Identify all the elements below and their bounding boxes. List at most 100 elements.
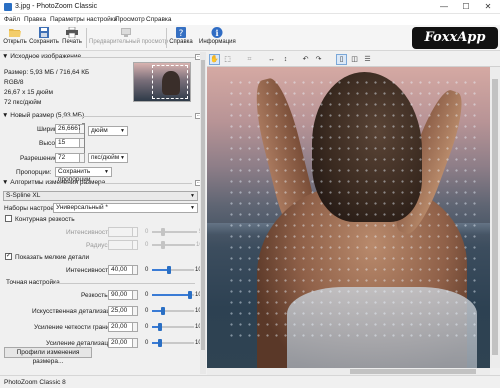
toolbar-separator (86, 28, 87, 48)
divider (54, 283, 195, 284)
details-intensity-spinner[interactable] (133, 265, 138, 275)
contour-intensity-slider[interactable] (152, 228, 197, 236)
slider-thumb[interactable] (161, 228, 165, 236)
panel-scrollbar[interactable] (200, 52, 206, 374)
chevron-down-icon: ▼ (120, 155, 125, 161)
app-icon (4, 3, 12, 11)
resize-profiles-button[interactable]: Профили изменения размера... (4, 347, 92, 365)
contour-intensity-spinner[interactable] (133, 227, 138, 237)
slider-thumb[interactable] (187, 291, 192, 299)
chevron-down-icon: ▼ (120, 128, 125, 134)
preset-select[interactable]: Универсальный * ▼ (53, 203, 198, 213)
slider-thumb[interactable] (158, 339, 163, 347)
crop-tool-icon[interactable]: ⌗ (244, 54, 255, 65)
artificial-detail-field[interactable]: 25,00 (108, 306, 133, 316)
details-intensity-label: Интенсивность: (66, 267, 114, 274)
artificial-detail-spinner[interactable] (133, 306, 138, 316)
open-button[interactable]: Открыть (3, 27, 27, 50)
contour-sharpness-checkbox[interactable] (5, 215, 12, 222)
preview-horizontal-scrollbar[interactable] (207, 368, 490, 375)
source-dimensions: 26,67 x 15 дюйм (4, 89, 53, 96)
contour-intensity-label: Интенсивность: (66, 229, 114, 236)
resolution-field[interactable]: 72 (55, 153, 80, 163)
scrollbar-thumb[interactable] (201, 60, 205, 350)
details-intensity-field[interactable]: 40,00 (108, 265, 133, 275)
slider-thumb[interactable] (166, 266, 171, 274)
scrollbar-thumb[interactable] (350, 369, 476, 374)
maximize-button[interactable]: ☐ (455, 0, 477, 14)
sharpness-min: 0 (145, 292, 149, 298)
minimize-button[interactable]: — (433, 0, 455, 14)
show-details-label: Показать мелкие детали (15, 254, 90, 261)
chevron-down-icon: ▼ (190, 205, 195, 211)
preview-button[interactable]: Предварительный просмотр (89, 27, 168, 50)
split-horizontal-icon[interactable]: ☰ (362, 54, 373, 65)
help-icon: ? (176, 27, 186, 38)
height-field[interactable]: 15 (55, 138, 80, 148)
pan-tool-icon[interactable]: ✋ (209, 54, 220, 65)
menu-help[interactable]: Справка (146, 16, 172, 23)
source-resolution: 72 пкс/дюйм (4, 99, 42, 106)
radius-min: 0 (145, 242, 149, 248)
sharpness-spinner[interactable] (133, 290, 138, 300)
radius-spinner[interactable] (133, 240, 138, 250)
edge-sharpening-min: 0 (145, 324, 149, 330)
chevron-down-icon: ▼ (104, 169, 109, 175)
menu-view[interactable]: Просмотр (115, 16, 145, 23)
edge-sharpening-spinner[interactable] (133, 322, 138, 332)
radius-field[interactable] (108, 240, 133, 250)
rotate-right-icon[interactable]: ↷ (313, 54, 324, 65)
print-button[interactable]: Печать (61, 27, 83, 50)
watermark-logo: FoxxApp (412, 27, 498, 49)
folder-icon (9, 29, 21, 37)
source-size: Размер: 5,93 МБ / 716,64 КБ (4, 69, 90, 76)
info-button[interactable]: i Информация (199, 27, 236, 50)
image-preview[interactable] (207, 67, 490, 368)
rotate-left-icon[interactable]: ↶ (300, 54, 311, 65)
menu-settings[interactable]: Параметры настройки (50, 16, 117, 23)
slider-thumb[interactable] (160, 307, 165, 315)
radius-slider[interactable] (152, 241, 195, 249)
sharpness-label: Резкость: (81, 292, 110, 299)
fit-width-icon[interactable]: ↔ (266, 54, 277, 65)
artificial-detail-slider[interactable] (152, 307, 194, 315)
unit-select[interactable]: дюйм ▼ (88, 126, 128, 136)
detail-enhancement-field[interactable]: 20,00 (108, 338, 133, 348)
menu-edit[interactable]: Правка (24, 16, 46, 23)
preview-vertical-scrollbar[interactable] (490, 67, 500, 368)
split-vertical-icon[interactable]: ◫ (349, 54, 360, 65)
proportions-label: Пропорции: (16, 169, 52, 176)
section-algorithms-header[interactable]: ▼ Алгоритмы изменения размера (2, 179, 105, 186)
detail-enhancement-slider[interactable] (152, 339, 194, 347)
chevron-down-icon: ▼ (190, 193, 195, 199)
sharpness-field[interactable]: 90,00 (108, 290, 133, 300)
sharpness-slider[interactable] (152, 291, 194, 299)
single-view-icon[interactable]: ▯ (336, 54, 347, 65)
resolution-unit-select[interactable]: пкс/дюйм ▼ (88, 153, 128, 163)
scrollbar-thumb[interactable] (492, 79, 498, 355)
contour-intensity-field[interactable] (108, 227, 133, 237)
close-button[interactable]: ✕ (477, 0, 499, 14)
edge-sharpening-field[interactable]: 20,00 (108, 322, 133, 332)
width-field[interactable]: 26,6667 (55, 124, 82, 134)
navigator-thumbnail[interactable] (133, 62, 191, 102)
printer-icon (66, 27, 78, 38)
algorithm-select[interactable]: S-Spline XL ▼ (3, 191, 198, 201)
details-intensity-slider[interactable] (152, 266, 194, 274)
navigator-selection[interactable] (152, 65, 188, 99)
artificial-detail-min: 0 (145, 308, 149, 314)
svg-text:i: i (215, 28, 218, 38)
slider-thumb[interactable] (158, 323, 163, 331)
fit-height-icon[interactable]: ↕ (280, 54, 291, 65)
zoom-tool-icon[interactable]: ⬚ (222, 54, 233, 65)
resolution-spinner[interactable] (80, 153, 85, 163)
proportions-select[interactable]: Сохранить пропорции ▼ (55, 167, 112, 183)
detail-enhancement-label: Усиление детализации: (46, 340, 118, 347)
show-details-checkbox[interactable]: ✓ (5, 253, 12, 260)
slider-thumb[interactable] (161, 241, 165, 249)
detail-enhancement-spinner[interactable] (133, 338, 138, 348)
help-button[interactable]: ? Справка (169, 27, 193, 50)
edge-sharpening-slider[interactable] (152, 323, 194, 331)
save-button[interactable]: Сохранить (29, 27, 59, 50)
menu-file[interactable]: Файл (4, 16, 20, 23)
